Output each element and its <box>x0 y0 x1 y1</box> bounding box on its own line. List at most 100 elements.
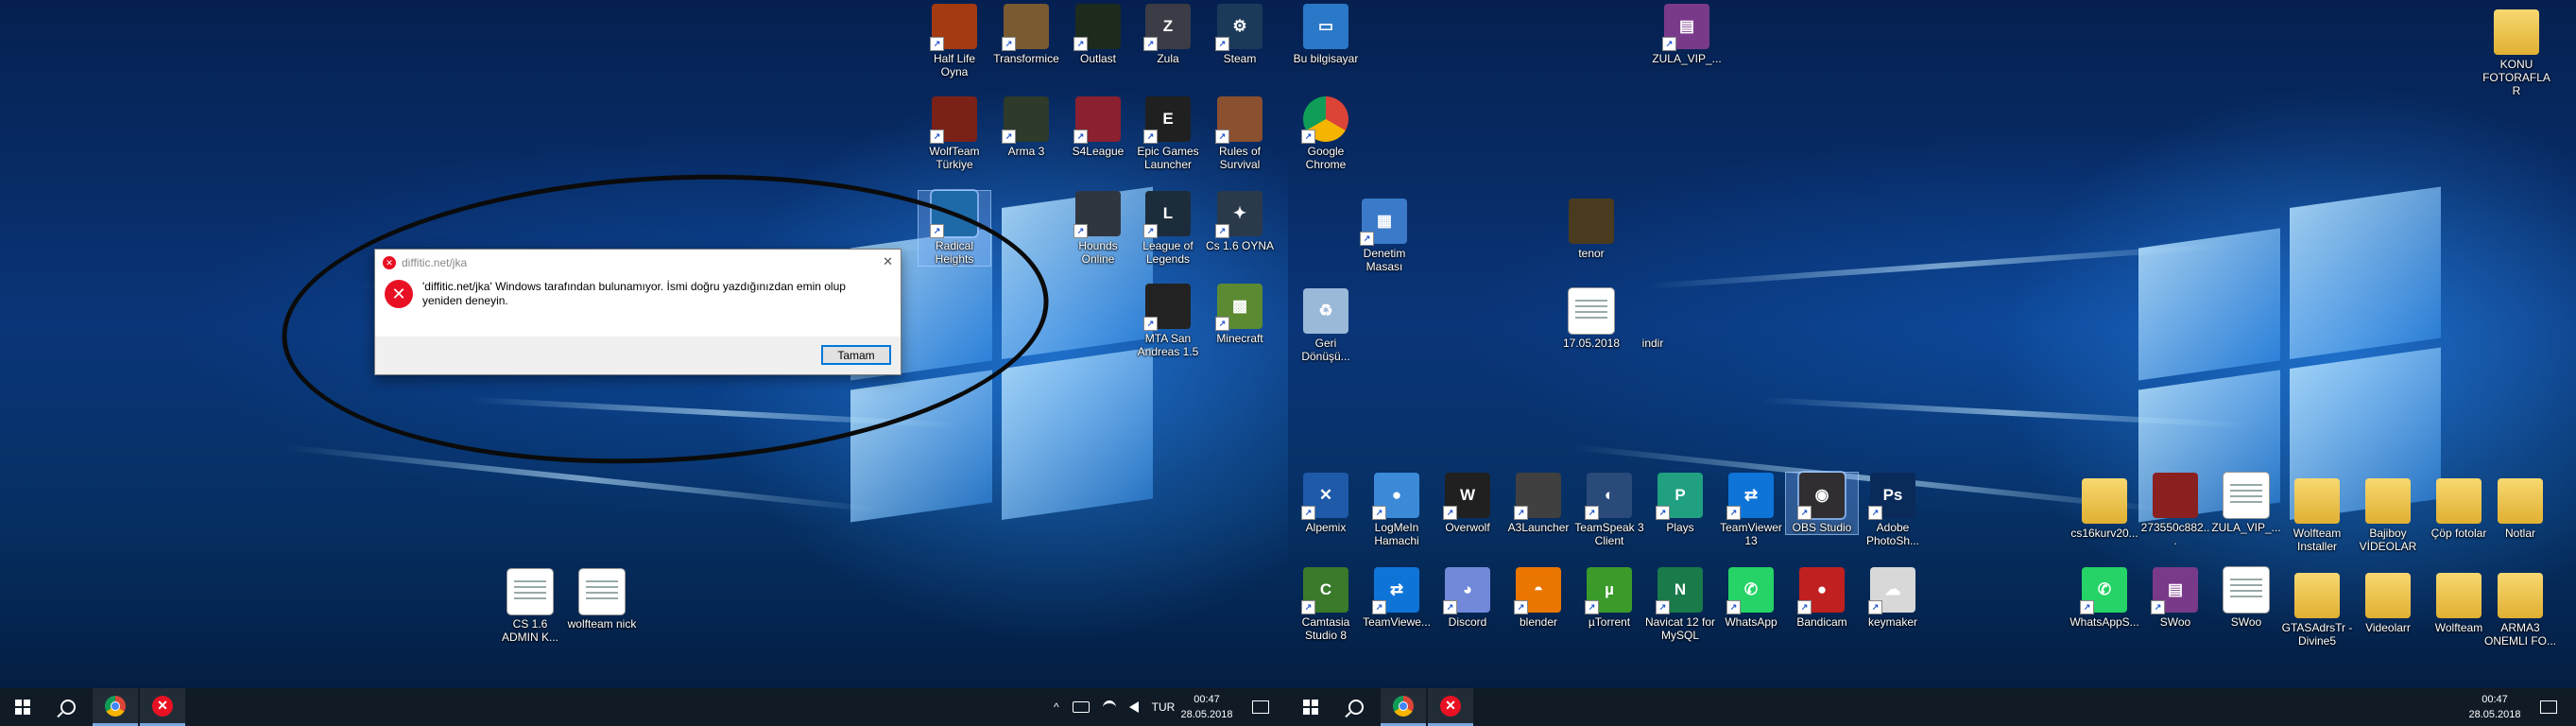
left-monitor-desktop: ↗ Half Life Oyna ↗ Transformice ↗ Outlast Z ↗ Zu… <box>0 0 1288 726</box>
desktop-icon-wolfteam[interactable]: ↗ WolfTeam Türkiye <box>919 96 990 171</box>
taskbar-error-window[interactable]: ✕ <box>140 688 185 726</box>
desktop-icon-hounds-online[interactable]: ↗ Hounds Online <box>1062 191 1134 266</box>
desktop-icon-whatsapp[interactable]: ✆ ↗ WhatsApp <box>1715 567 1787 629</box>
desktop-icon-image[interactable]: tenor <box>1555 199 1627 260</box>
desktop-icon-rules-of-survival[interactable]: ↗ Rules of Survival <box>1204 96 1276 171</box>
desktop-icon-bandicam[interactable]: ● ↗ Bandicam <box>1786 567 1858 629</box>
action-center-button[interactable] <box>1238 688 1283 726</box>
start-button[interactable] <box>0 688 45 726</box>
ok-button[interactable]: Tamam <box>821 345 891 365</box>
desktop-icon-this-pc[interactable]: ▭ Bu bilgisayar <box>1290 4 1362 65</box>
hounds-online-icon: ↗ <box>1073 191 1121 238</box>
shortcut-arrow-icon: ↗ <box>1514 600 1528 614</box>
desktop-icon-document[interactable]: SWoo <box>2210 567 2282 629</box>
battery-icon[interactable] <box>1072 701 1090 713</box>
desktop-icon-folder[interactable]: KONU FOTORAFLAR <box>2481 4 2552 97</box>
desktop-icon-folder[interactable]: Videolarr <box>2352 567 2424 634</box>
desktop-icon-whatsapp[interactable]: ✆ ↗ WhatsAppS... <box>2069 567 2140 629</box>
search-button[interactable] <box>1333 688 1379 726</box>
desktop-icon-cs16[interactable]: ✦ ↗ Cs 1.6 OYNA <box>1204 191 1276 252</box>
desktop-icon-document[interactable]: ZULA_VIP_... <box>2210 473 2282 534</box>
s4league-icon: ↗ <box>1073 96 1121 144</box>
desktop-icon-label: WhatsAppS... <box>2069 615 2139 629</box>
shortcut-arrow-icon: ↗ <box>1143 224 1158 238</box>
cs16-icon: ✦ ↗ <box>1215 191 1262 238</box>
desktop-icon-document[interactable]: CS 1.6 ADMIN K... <box>494 569 566 644</box>
tray-expand-icon[interactable]: ^ <box>1054 700 1059 714</box>
wolfteam-icon: ↗ <box>930 96 977 144</box>
desktop-icon-keymaker[interactable]: ☁ ↗ keymaker <box>1857 567 1929 629</box>
desktop-icon-epic-games[interactable]: E ↗ Epic Games Launcher <box>1132 96 1204 171</box>
volume-icon[interactable] <box>1128 701 1139 713</box>
desktop-icon-outlast[interactable]: ↗ Outlast <box>1062 4 1134 65</box>
desktop-icon-navicat[interactable]: N ↗ Navicat 12 for MySQL <box>1644 567 1716 642</box>
desktop-icon-blank[interactable]: indir <box>1617 288 1689 350</box>
desktop-icon-control-panel[interactable]: ▦ ↗ Denetim Masası <box>1348 199 1420 273</box>
desktop-icon-obs[interactable]: ◉ ↗ OBS Studio <box>1785 471 1859 535</box>
close-icon[interactable]: ✕ <box>883 254 893 269</box>
desktop-icon-utorrent[interactable]: µ ↗ µTorrent <box>1573 567 1645 629</box>
desktop-icon-steam[interactable]: ⚙ ↗ Steam <box>1204 4 1276 65</box>
steam-icon: ⚙ ↗ <box>1215 4 1262 51</box>
desktop-icon-label: indir <box>1641 337 1664 350</box>
taskbar-chrome[interactable] <box>1381 688 1426 726</box>
language-indicator[interactable]: TUR <box>1152 700 1176 714</box>
desktop-icon-teamviewer[interactable]: ⇄ ↗ TeamViewer 13 <box>1715 473 1787 547</box>
desktop-icon-overwolf[interactable]: W ↗ Overwolf <box>1432 473 1503 534</box>
winrar-icon: ▤ ↗ <box>1662 4 1709 51</box>
desktop-icon-folder[interactable]: GTASAdrsTr - Divine5 <box>2281 567 2353 648</box>
desktop-icon-plays[interactable]: P ↗ Plays <box>1644 473 1716 534</box>
desktop-icon-folder[interactable]: ARMA3 ONEMLI FO... <box>2484 567 2556 648</box>
desktop-icon-minecraft[interactable]: ▩ ↗ Minecraft <box>1204 284 1276 345</box>
this-pc-icon: ▭ <box>1303 4 1348 49</box>
desktop-icon-photoshop[interactable]: Ps ↗ Adobe PhotoSh... <box>1857 473 1929 547</box>
desktop-icon-arma3[interactable]: ↗ Arma 3 <box>990 96 1062 158</box>
zula-icon: Z ↗ <box>1143 4 1191 51</box>
desktop-icon-discord[interactable]: ◕ ↗ Discord <box>1432 567 1503 629</box>
wifi-icon[interactable] <box>1102 700 1116 715</box>
desktop-icon-teamviewer[interactable]: ⇄ ↗ TeamViewe... <box>1361 567 1433 629</box>
desktop-icon-document[interactable]: wolfteam nick <box>566 569 638 631</box>
image-icon <box>1569 199 1614 244</box>
desktop-icon-camtasia[interactable]: C ↗ Camtasia Studio 8 <box>1290 567 1362 642</box>
desktop-icon-zula[interactable]: Z ↗ Zula <box>1132 4 1204 65</box>
desktop-icon-s4league[interactable]: ↗ S4League <box>1062 96 1134 158</box>
desktop-icon-folder[interactable]: Notlar <box>2484 473 2556 540</box>
clock[interactable]: 00:47 28.05.2018 <box>2462 692 2528 722</box>
desktop-icon-teamspeak[interactable]: ◐ ↗ TeamSpeak 3 Client <box>1573 473 1645 547</box>
desktop-icon-alpemix[interactable]: ✕ ↗ Alpemix <box>1290 473 1362 534</box>
desktop-icon-a3launcher[interactable]: ↗ A3Launcher <box>1503 473 1574 534</box>
desktop-icon-hamachi[interactable]: ● ↗ LogMeIn Hamachi <box>1361 473 1433 547</box>
image-icon <box>2153 473 2198 518</box>
desktop-icon-folder[interactable]: Bajiboy VİDEOLAR <box>2352 473 2424 553</box>
desktop-icon-folder[interactable]: cs16kurv20... <box>2069 473 2140 540</box>
shortcut-arrow-icon: ↗ <box>1726 506 1741 520</box>
desktop-icon-half-life[interactable]: ↗ Half Life Oyna <box>919 4 990 78</box>
desktop-icon-image[interactable]: 273550c882... <box>2139 473 2211 547</box>
desktop-icon-folder[interactable]: Wolfteam Installer <box>2281 473 2353 553</box>
action-center-button[interactable] <box>2526 688 2571 726</box>
error-dialog: ✕ diffitic.net/jka ✕ ✕ 'diffitic.net/jka… <box>374 249 902 375</box>
desktop-icon-radical-heights[interactable]: ↗ Radical Heights <box>918 189 991 267</box>
desktop-icon-mta[interactable]: ↗ MTA San Andreas 1.5 <box>1132 284 1204 358</box>
search-button[interactable] <box>45 688 91 726</box>
taskbar-error-window[interactable]: ✕ <box>1428 688 1473 726</box>
clock[interactable]: 00:47 28.05.2018 <box>1174 692 1240 722</box>
desktop-icon-label: League of Legends <box>1142 239 1194 266</box>
desktop-icon-chrome[interactable]: ↗ Google Chrome <box>1290 96 1362 171</box>
clock-time: 00:47 <box>2482 694 2508 705</box>
desktop-icon-winrar[interactable]: ▤ ↗ SWoo <box>2139 567 2211 629</box>
desktop-icon-transformice[interactable]: ↗ Transformice <box>990 4 1062 65</box>
arma3-icon: ↗ <box>1002 96 1049 144</box>
desktop-icon-label: blender <box>1519 615 1558 629</box>
league-of-legends-icon: L ↗ <box>1143 191 1191 238</box>
desktop-icon-league-of-legends[interactable]: L ↗ League of Legends <box>1132 191 1204 266</box>
shortcut-arrow-icon: ↗ <box>1868 506 1882 520</box>
desktop-icon-recycle-bin[interactable]: ♻ Geri Dönüşü... <box>1290 288 1362 363</box>
desktop-icon-winrar[interactable]: ▤ ↗ ZULA_VIP_... <box>1651 4 1723 65</box>
start-button[interactable] <box>1288 688 1333 726</box>
desktop-icon-label: Zula <box>1157 52 1179 65</box>
desktop-icon-label: ZULA_VIP_... <box>2211 521 2281 534</box>
taskbar-chrome[interactable] <box>93 688 138 726</box>
desktop-icon-blender[interactable]: ◓ ↗ blender <box>1503 567 1574 629</box>
